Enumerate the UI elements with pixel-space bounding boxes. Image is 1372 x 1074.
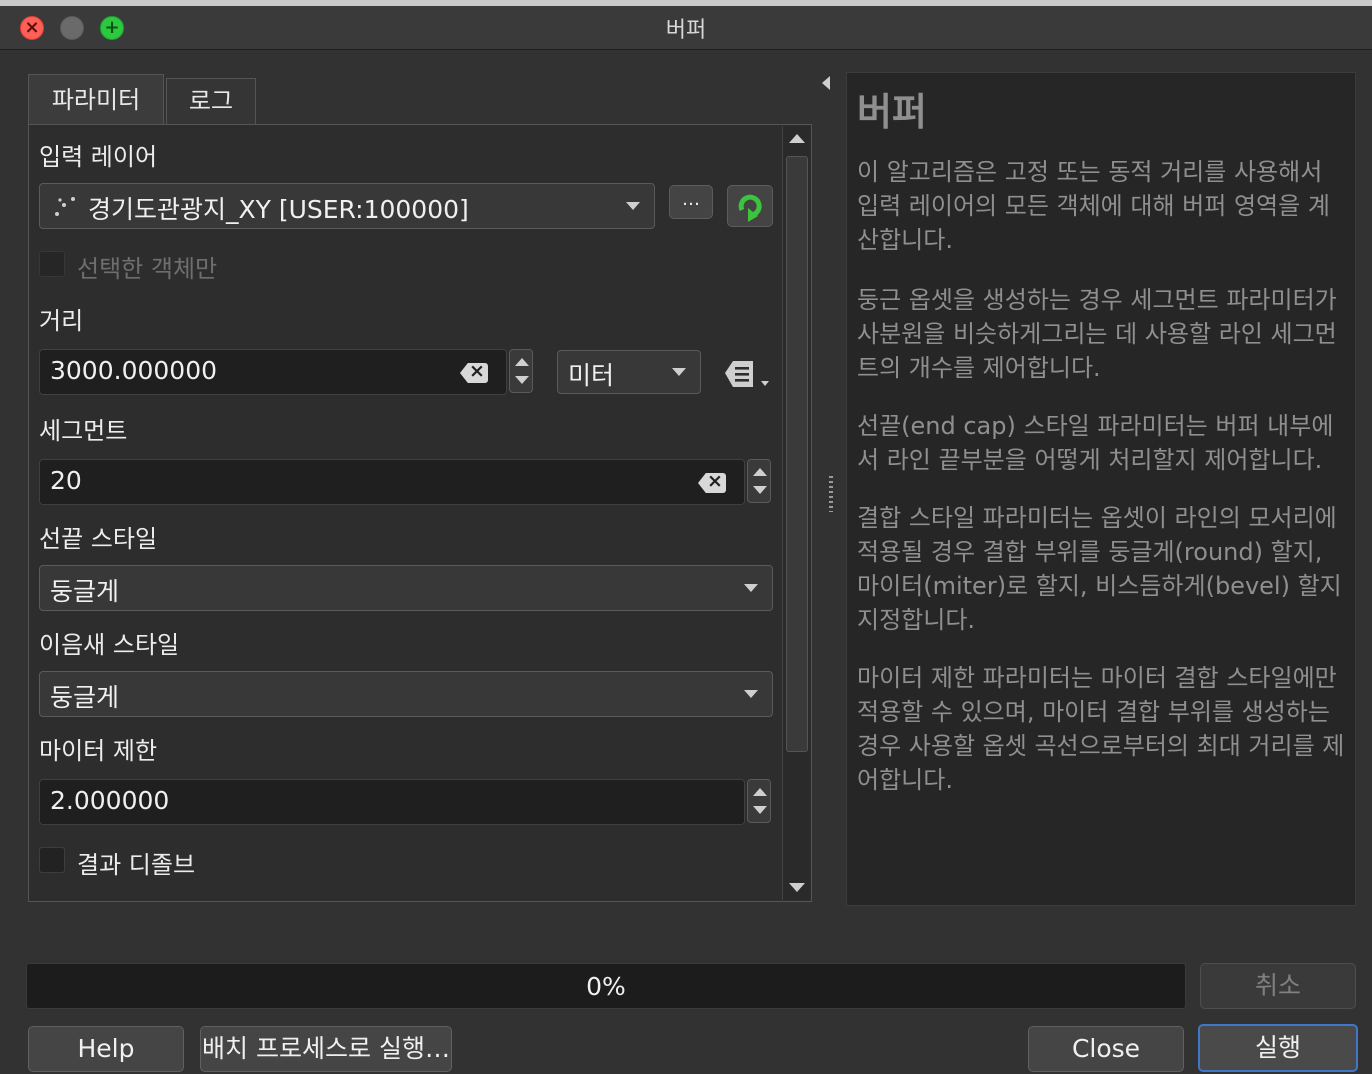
help-paragraph: 이 알고리즘은 고정 또는 동적 거리를 사용해서 입력 레이어의 모든 객체에… bbox=[857, 158, 1330, 254]
spin-up-icon[interactable] bbox=[753, 788, 767, 796]
input-layer-combo[interactable]: 경기도관광지_XY [USER:100000] bbox=[39, 183, 655, 229]
help-paragraph: 결합 스타일 파라미터는 옵셋이 라인의 모서리에 적용될 경우 결합 부위를 … bbox=[857, 504, 1342, 634]
batch-process-button[interactable]: 배치 프로세스로 실행… bbox=[200, 1026, 452, 1072]
distance-unit-value: 미터 bbox=[568, 361, 615, 390]
scroll-up-icon[interactable] bbox=[789, 134, 805, 143]
segments-input[interactable]: 20 × bbox=[39, 459, 745, 505]
dissolve-label: 결과 디졸브 bbox=[77, 851, 196, 879]
close-button[interactable]: Close bbox=[1028, 1026, 1184, 1072]
distance-unit-combo[interactable]: 미터 bbox=[557, 350, 701, 394]
spin-down-icon[interactable] bbox=[753, 806, 767, 814]
miter-limit-value: 2.000000 bbox=[50, 786, 170, 815]
progress-text: 0% bbox=[586, 972, 626, 1001]
chevron-down-icon bbox=[626, 202, 640, 210]
segments-spinner[interactable] bbox=[747, 459, 771, 503]
distance-spinner[interactable] bbox=[509, 349, 533, 393]
run-button[interactable]: 실행 bbox=[1198, 1024, 1358, 1072]
title-bar-top-strip bbox=[0, 0, 1372, 6]
end-cap-value: 둥글게 bbox=[50, 577, 120, 606]
selected-only-label: 선택한 객체만 bbox=[77, 255, 218, 283]
help-paragraph: 마이터 제한 파라미터는 마이터 결합 스타일에만 적용할 수 있으며, 마이터… bbox=[857, 664, 1345, 794]
end-cap-label: 선끝 스타일 bbox=[39, 525, 158, 553]
refresh-icon bbox=[738, 194, 762, 222]
join-style-label: 이음새 스타일 bbox=[39, 631, 180, 659]
segments-value: 20 bbox=[50, 466, 82, 495]
help-panel: 버퍼 이 알고리즘은 고정 또는 동적 거리를 사용해서 입력 레이어의 모든 … bbox=[846, 72, 1356, 906]
parameters-panel: 입력 레이어 경기도관광지_XY [USER:100000] … 선택한 객체만… bbox=[28, 124, 812, 902]
collapse-help-icon[interactable] bbox=[822, 76, 830, 90]
output-label: 출력물 bbox=[39, 893, 105, 901]
spin-up-icon[interactable] bbox=[515, 358, 529, 366]
segments-label: 세그먼트 bbox=[39, 417, 128, 445]
clear-icon[interactable]: × bbox=[698, 473, 726, 493]
chevron-down-icon bbox=[672, 368, 686, 376]
help-paragraph: 둥근 옵셋을 생성하는 경우 세그먼트 파라미터가 사분원을 비슷하게그리는 데… bbox=[857, 286, 1337, 382]
selected-only-checkbox[interactable] bbox=[39, 251, 65, 277]
dissolve-checkbox[interactable] bbox=[39, 847, 65, 873]
join-style-combo[interactable]: 둥글게 bbox=[39, 671, 773, 717]
help-button[interactable]: Help bbox=[28, 1026, 184, 1072]
progress-bar: 0% bbox=[26, 963, 1186, 1009]
distance-label: 거리 bbox=[39, 307, 84, 335]
point-layer-icon bbox=[55, 197, 75, 216]
distance-value: 3000.000000 bbox=[50, 356, 218, 385]
spin-down-icon[interactable] bbox=[753, 486, 767, 494]
spin-up-icon[interactable] bbox=[753, 468, 767, 476]
cancel-button[interactable]: 취소 bbox=[1200, 963, 1356, 1009]
iterate-layer-button[interactable] bbox=[727, 185, 773, 227]
join-style-value: 둥글게 bbox=[50, 683, 120, 712]
scrollbar-thumb[interactable] bbox=[786, 156, 808, 752]
browse-layer-button[interactable]: … bbox=[669, 185, 713, 219]
input-layer-label: 입력 레이어 bbox=[39, 143, 158, 171]
help-paragraph: 선끝(end cap) 스타일 파라미터는 버퍼 내부에서 라인 끝부분을 어떻… bbox=[857, 412, 1334, 474]
distance-input[interactable]: 3000.000000 × bbox=[39, 349, 507, 395]
scroll-down-icon[interactable] bbox=[789, 883, 805, 892]
window-title: 버퍼 bbox=[665, 18, 707, 43]
miter-limit-spinner[interactable] bbox=[747, 779, 771, 823]
data-defined-icon bbox=[725, 361, 769, 387]
parameters-scrollbar[interactable] bbox=[782, 126, 810, 900]
miter-limit-label: 마이터 제한 bbox=[39, 737, 158, 765]
title-bar: × + 버퍼 bbox=[0, 0, 1372, 50]
help-title: 버퍼 bbox=[857, 90, 927, 134]
tab-log[interactable]: 로그 bbox=[166, 78, 256, 124]
splitter-handle[interactable] bbox=[829, 476, 833, 512]
end-cap-combo[interactable]: 둥글게 bbox=[39, 565, 773, 611]
data-defined-override-button[interactable] bbox=[721, 355, 775, 391]
clear-icon[interactable]: × bbox=[460, 363, 488, 383]
miter-limit-input[interactable]: 2.000000 bbox=[39, 779, 745, 825]
spin-down-icon[interactable] bbox=[515, 376, 529, 384]
chevron-down-icon bbox=[744, 584, 758, 592]
tab-parameters[interactable]: 파라미터 bbox=[28, 74, 164, 126]
chevron-down-icon bbox=[744, 690, 758, 698]
input-layer-value: 경기도관광지_XY [USER:100000] bbox=[88, 195, 469, 224]
